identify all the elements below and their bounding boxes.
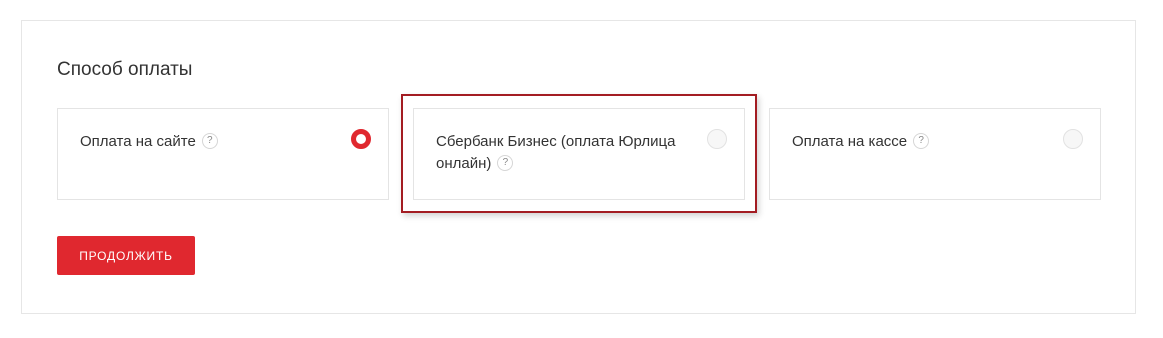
help-icon[interactable]: ? xyxy=(201,133,218,150)
payment-option-sberbank-business[interactable]: Сбербанк Бизнес (оплата Юрлица онлайн)? xyxy=(413,108,745,200)
option-label-container: Оплата на кассе? xyxy=(792,131,1032,153)
option-label-container: Сбербанк Бизнес (оплата Юрлица онлайн)? xyxy=(436,131,676,175)
option-label: Оплата на кассе xyxy=(792,133,908,150)
radio-button-selected[interactable] xyxy=(351,129,371,149)
payment-option-cashier[interactable]: Оплата на кассе? xyxy=(769,108,1101,200)
option-label-container: Оплата на сайте? xyxy=(80,131,320,153)
payment-option-site[interactable]: Оплата на сайте? xyxy=(57,108,389,200)
continue-button[interactable]: ПРОДОЛЖИТЬ xyxy=(57,236,195,275)
option-label: Сбербанк Бизнес (оплата Юрлица онлайн) xyxy=(436,133,676,172)
option-label: Оплата на сайте xyxy=(80,133,196,150)
radio-button[interactable] xyxy=(1063,129,1083,149)
radio-button[interactable] xyxy=(707,129,727,149)
section-title: Способ оплаты xyxy=(57,59,193,80)
help-icon[interactable]: ? xyxy=(497,155,514,172)
help-icon[interactable]: ? xyxy=(913,133,930,150)
